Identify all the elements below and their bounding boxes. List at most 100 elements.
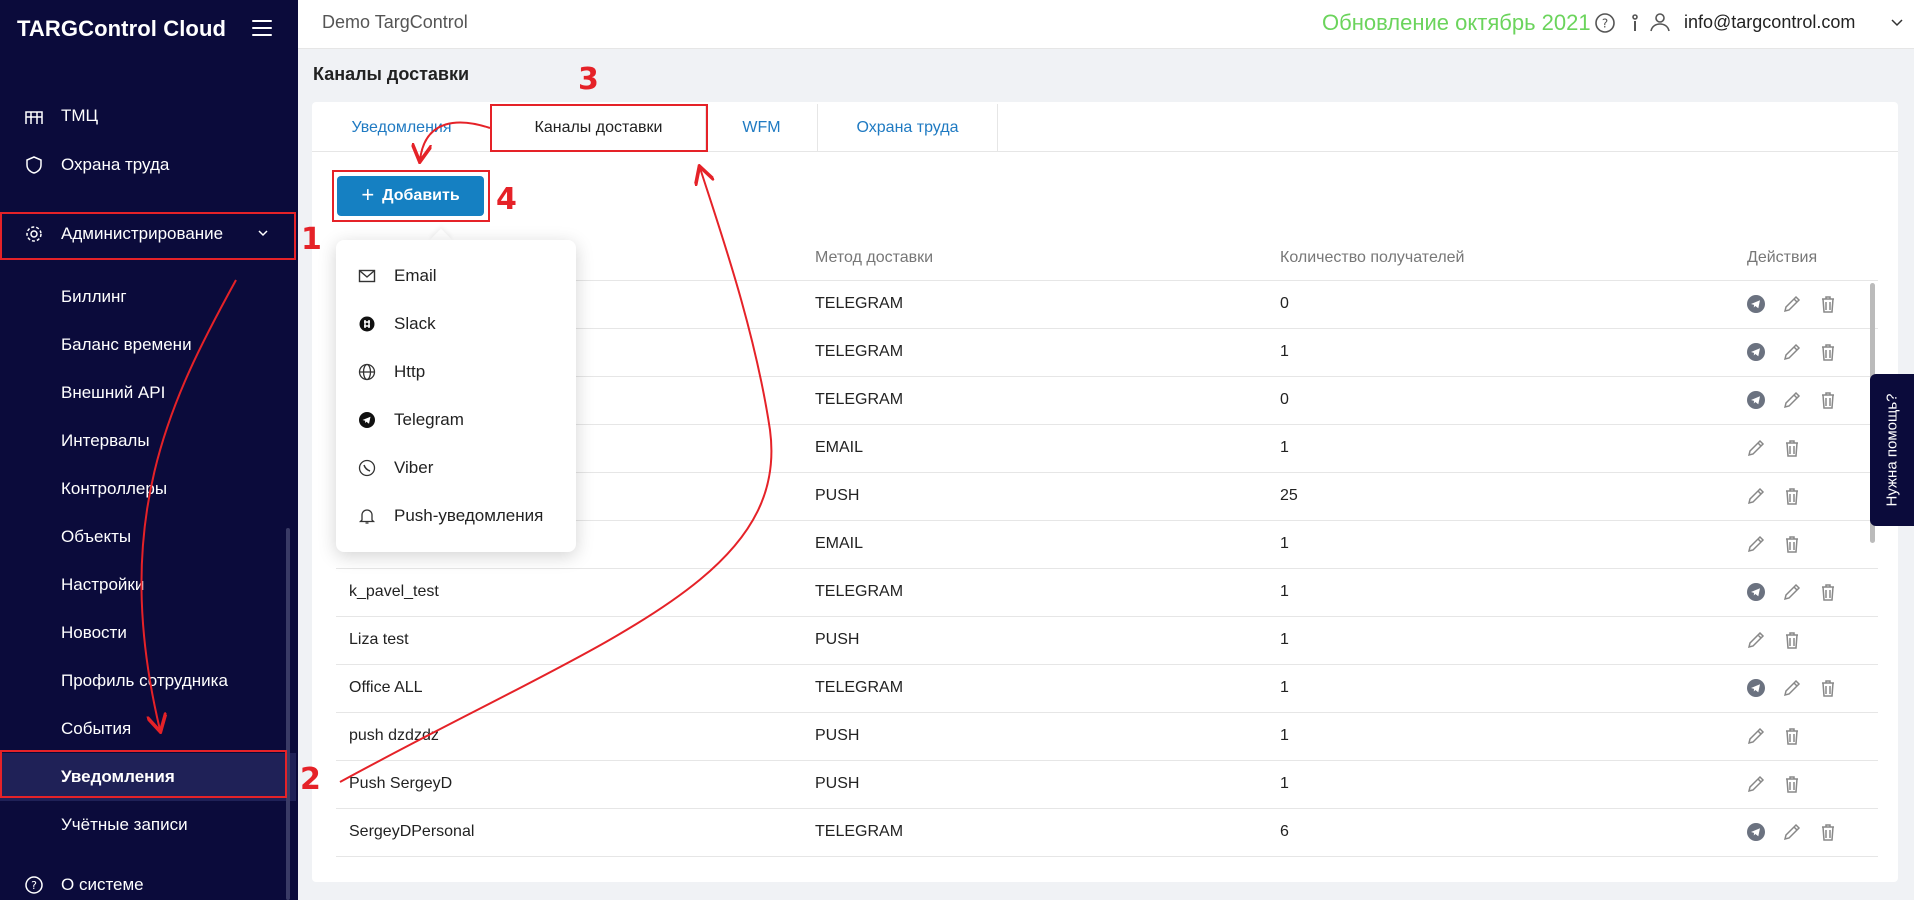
sidebar-item-events[interactable]: События	[0, 705, 296, 753]
sidebar-item-employee-profile[interactable]: Профиль сотрудника	[0, 657, 296, 705]
sidebar-scrollbar[interactable]	[286, 528, 290, 900]
trash-icon[interactable]	[1781, 437, 1803, 459]
sidebar-item-label: О системе	[61, 875, 144, 894]
cell-count: 6	[1280, 823, 1289, 840]
edit-icon[interactable]	[1781, 821, 1803, 843]
dropdown-item-telegram[interactable]: Telegram	[336, 396, 576, 444]
row-actions	[1745, 773, 1817, 795]
table-row: Push SergeyD PUSH 1	[336, 761, 1878, 809]
sidebar-item-label: Охрана труда	[61, 155, 170, 174]
trash-icon[interactable]	[1817, 677, 1839, 699]
sidebar-item-time-balance[interactable]: Баланс времени	[0, 321, 296, 369]
annotation-box-4	[332, 170, 490, 222]
edit-icon[interactable]	[1745, 533, 1767, 555]
edit-icon[interactable]	[1745, 629, 1767, 651]
mail-icon	[358, 269, 376, 283]
tab-notifications[interactable]: Уведомления	[312, 104, 492, 152]
sidebar-item-label: Баланс времени	[61, 335, 192, 354]
sidebar-item-labor-safety[interactable]: Охрана труда	[0, 141, 296, 189]
menu-toggle-icon[interactable]	[252, 20, 272, 38]
help-label: Нужна помощь?	[1883, 393, 1901, 507]
sidebar-item-tmc[interactable]: ТМЦ	[0, 92, 296, 140]
brand-logo: TARGControl Cloud	[17, 16, 227, 41]
update-link[interactable]: Обновление октябрь 2021	[1322, 10, 1591, 36]
cell-method: PUSH	[815, 727, 860, 744]
table-row: SergeyDPersonal TELEGRAM 6	[336, 809, 1878, 857]
cell-method: TELEGRAM	[815, 679, 904, 696]
trash-icon[interactable]	[1781, 773, 1803, 795]
trash-icon[interactable]	[1817, 389, 1839, 411]
sidebar-item-label: Объекты	[61, 527, 132, 546]
sidebar-item-label: ТМЦ	[61, 106, 99, 125]
sidebar-item-accounts[interactable]: Учётные записи	[0, 801, 296, 849]
trash-icon[interactable]	[1781, 629, 1803, 651]
edit-icon[interactable]	[1745, 485, 1767, 507]
dropdown-item-push[interactable]: Push-уведомления	[336, 492, 576, 540]
svg-text:?: ?	[1602, 17, 1608, 31]
telegram-icon[interactable]	[1745, 293, 1767, 315]
sidebar-item-controllers[interactable]: Контроллеры	[0, 465, 296, 513]
telegram-icon[interactable]	[1745, 581, 1767, 603]
edit-icon[interactable]	[1781, 581, 1803, 603]
dropdown-item-label: Telegram	[394, 410, 464, 429]
telegram-icon[interactable]	[1745, 341, 1767, 363]
cell-count: 1	[1280, 535, 1289, 552]
sidebar-item-intervals[interactable]: Интервалы	[0, 417, 296, 465]
edit-icon[interactable]	[1781, 293, 1803, 315]
warehouse-icon	[25, 111, 43, 124]
sidebar-item-external-api[interactable]: Внешний API	[0, 369, 296, 417]
user-icon[interactable]	[1648, 10, 1672, 34]
row-actions	[1745, 629, 1817, 651]
help-icon[interactable]: ?	[1594, 12, 1616, 34]
user-email[interactable]: info@targcontrol.com	[1684, 12, 1855, 33]
cell-count: 1	[1280, 439, 1289, 456]
row-actions	[1745, 677, 1853, 699]
trash-icon[interactable]	[1817, 341, 1839, 363]
cell-name: Push SergeyD	[349, 775, 453, 792]
cell-name: k_pavel_test	[349, 583, 439, 600]
trash-icon[interactable]	[1817, 293, 1839, 315]
chevron-down-icon[interactable]	[1890, 16, 1904, 30]
help-circle-icon: ?	[25, 876, 43, 894]
annotation-number-2: 2	[300, 762, 321, 797]
dropdown-item-viber[interactable]: Viber	[336, 444, 576, 492]
edit-icon[interactable]	[1745, 725, 1767, 747]
row-actions	[1745, 437, 1817, 459]
dropdown-item-slack[interactable]: Slack	[336, 300, 576, 348]
dropdown-item-label: Viber	[394, 458, 434, 477]
telegram-icon[interactable]	[1745, 389, 1767, 411]
edit-icon[interactable]	[1745, 437, 1767, 459]
sidebar-item-objects[interactable]: Объекты	[0, 513, 296, 561]
sidebar-item-settings[interactable]: Настройки	[0, 561, 296, 609]
trash-icon[interactable]	[1817, 581, 1839, 603]
bell-icon	[358, 509, 376, 524]
shield-icon	[26, 156, 42, 174]
dropdown-item-email[interactable]: Email	[336, 252, 576, 300]
cell-method: TELEGRAM	[815, 583, 904, 600]
trash-icon[interactable]	[1781, 533, 1803, 555]
edit-icon[interactable]	[1781, 389, 1803, 411]
edit-icon[interactable]	[1745, 773, 1767, 795]
cell-method: TELEGRAM	[815, 343, 904, 360]
info-icon[interactable]	[1624, 12, 1646, 34]
company-name: Demo TargControl	[322, 12, 468, 32]
edit-icon[interactable]	[1781, 677, 1803, 699]
trash-icon[interactable]	[1817, 821, 1839, 843]
cell-method: TELEGRAM	[815, 823, 904, 840]
telegram-icon[interactable]	[1745, 677, 1767, 699]
trash-icon[interactable]	[1781, 485, 1803, 507]
tab-wfm[interactable]: WFM	[706, 104, 818, 152]
edit-icon[interactable]	[1781, 341, 1803, 363]
tab-labor-safety[interactable]: Охрана труда	[818, 104, 998, 152]
cell-count: 1	[1280, 679, 1289, 696]
viber-icon	[358, 459, 376, 477]
sidebar-item-news[interactable]: Новости	[0, 609, 296, 657]
trash-icon[interactable]	[1781, 725, 1803, 747]
sidebar-item-billing[interactable]: Биллинг	[0, 273, 296, 321]
dropdown-item-http[interactable]: Http	[336, 348, 576, 396]
sidebar-item-about[interactable]: ? О системе	[0, 861, 296, 900]
globe-icon	[358, 363, 376, 381]
topbar: Demo TargControl Обновление октябрь 2021…	[298, 0, 1914, 49]
help-widget[interactable]: Нужна помощь?	[1870, 374, 1914, 526]
telegram-icon[interactable]	[1745, 821, 1767, 843]
